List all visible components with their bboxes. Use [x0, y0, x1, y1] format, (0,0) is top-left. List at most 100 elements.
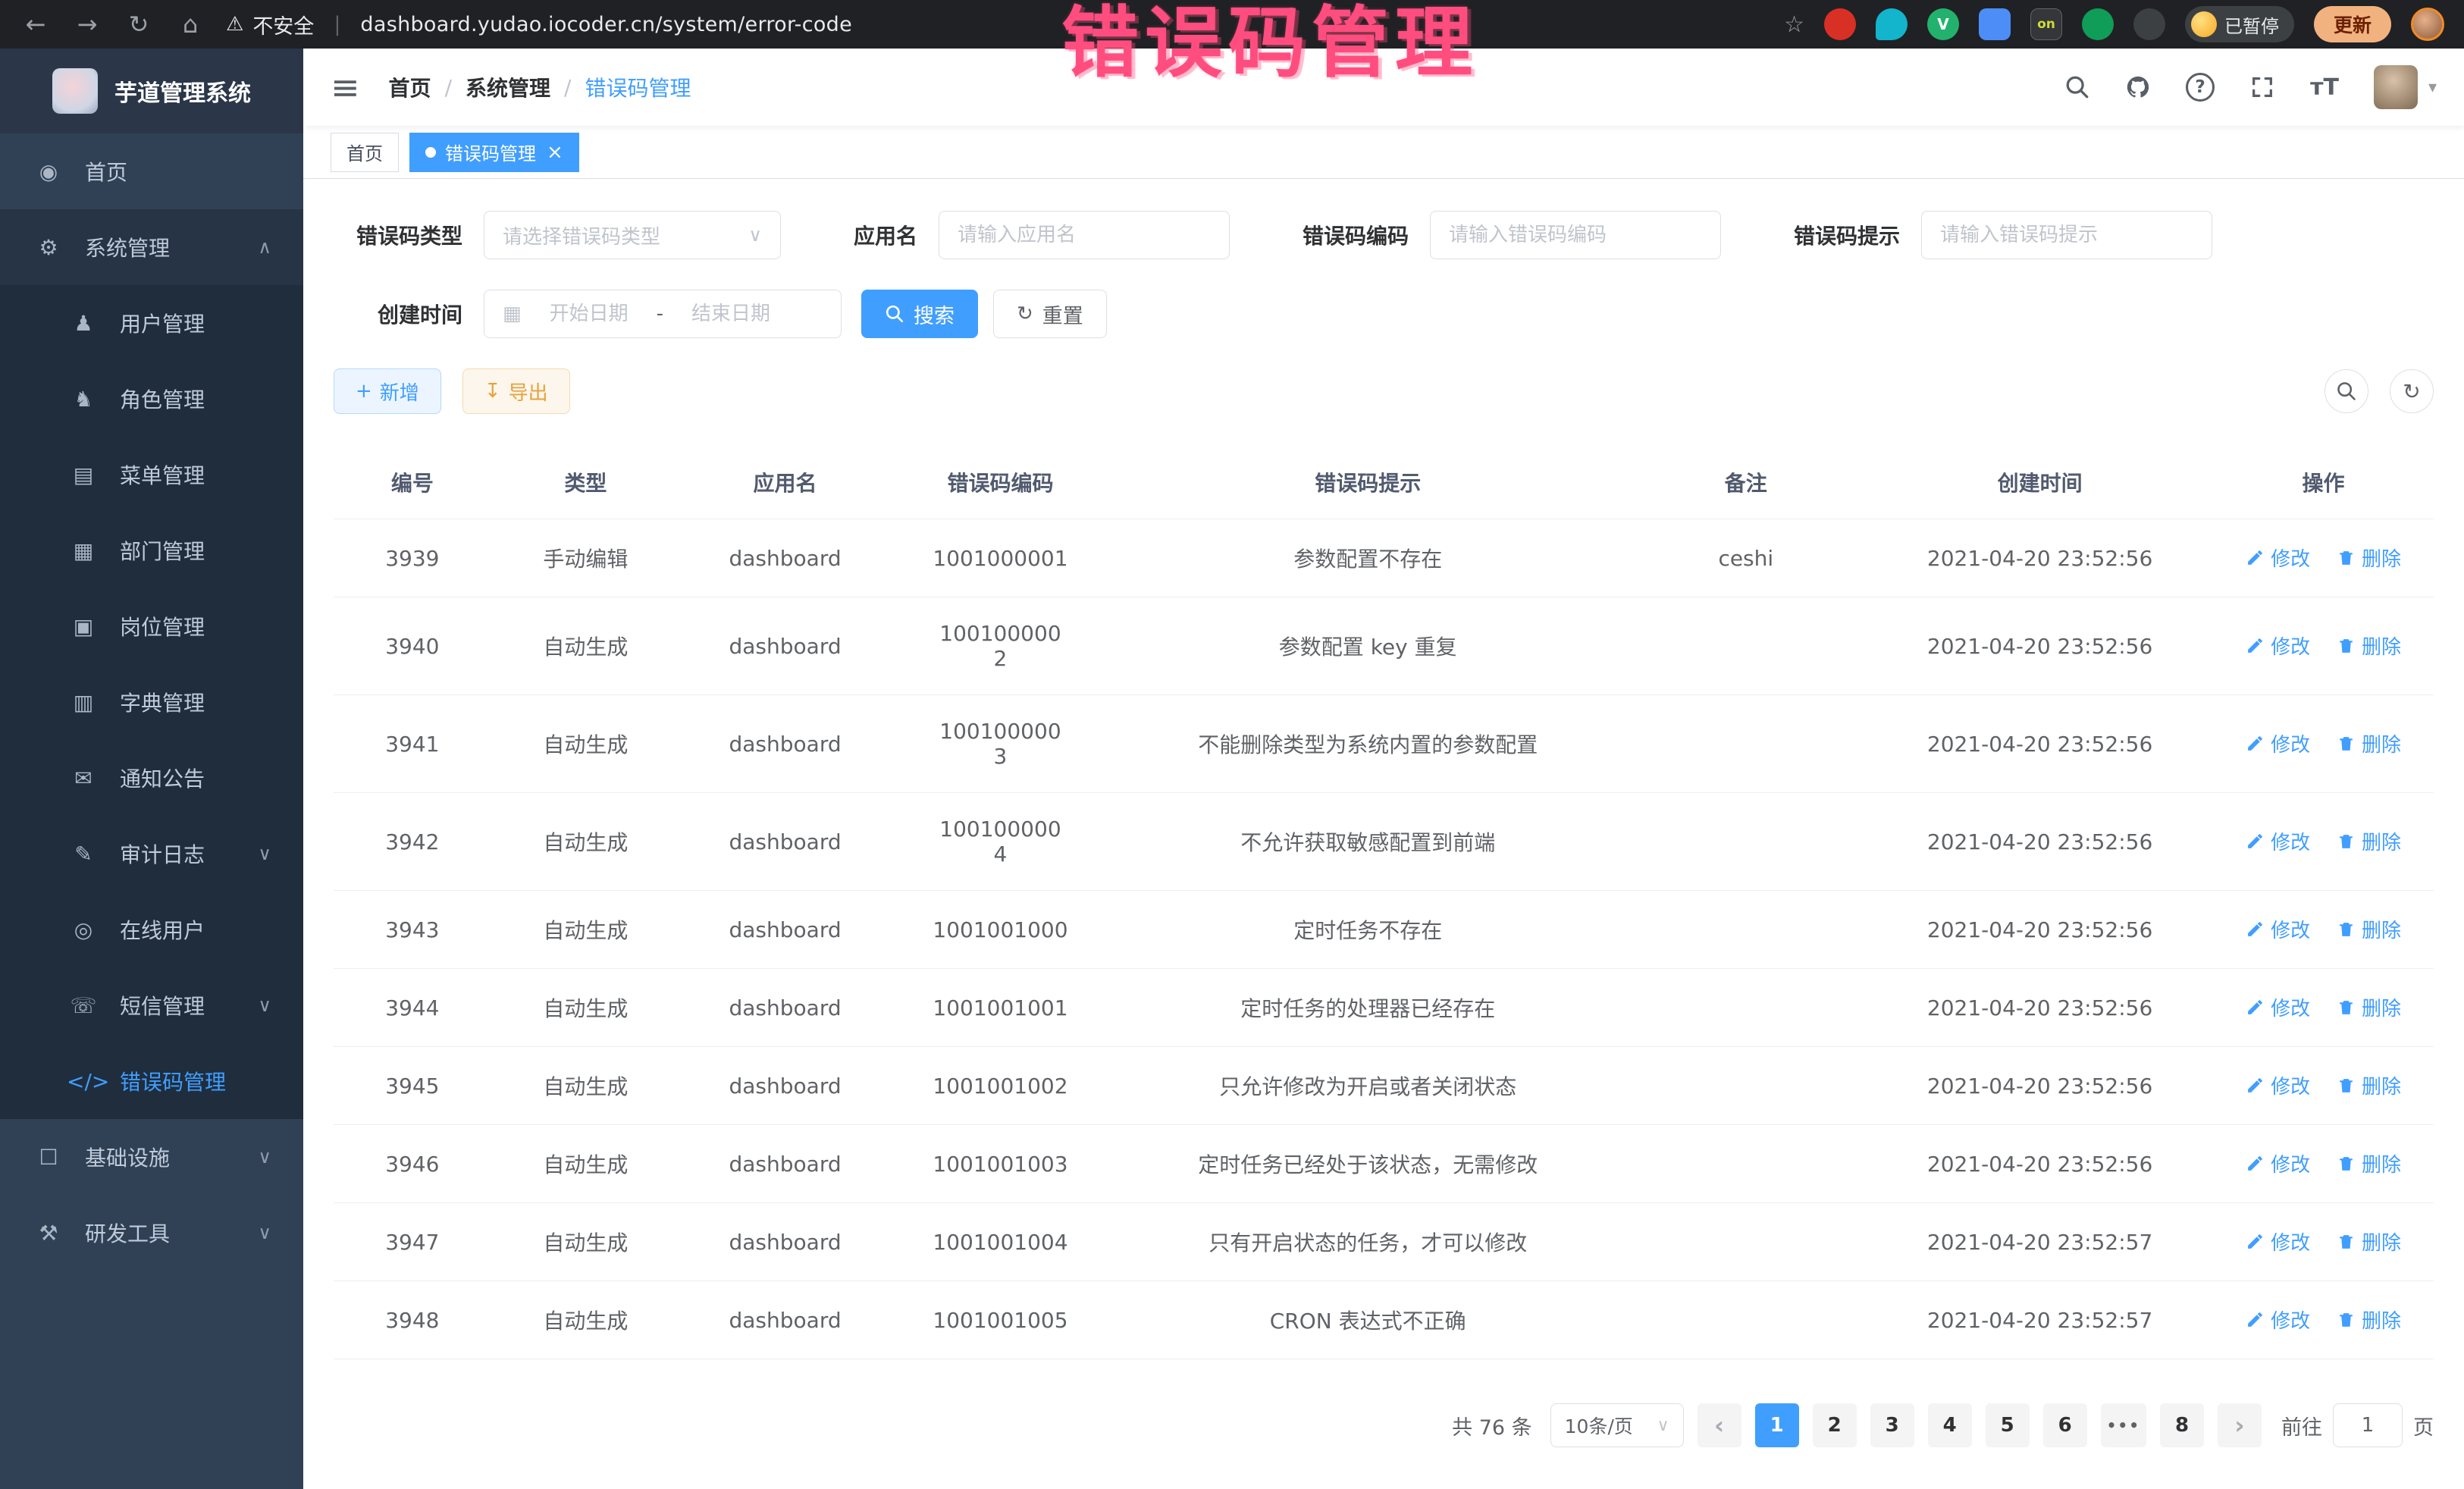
- edit-link[interactable]: 修改: [2246, 993, 2310, 1021]
- delete-link[interactable]: 删除: [2337, 827, 2401, 855]
- delete-link[interactable]: 删除: [2337, 993, 2401, 1021]
- page-button-3[interactable]: 3: [1870, 1403, 1914, 1447]
- github-icon[interactable]: [2125, 74, 2151, 100]
- edit-link[interactable]: 修改: [2246, 729, 2310, 757]
- sidebar-item-system[interactable]: ⚙ 系统管理 ∧: [0, 209, 303, 285]
- bookmark-star-icon[interactable]: ☆: [1784, 11, 1804, 38]
- page-button-6[interactable]: 6: [2043, 1403, 2087, 1447]
- edit-link[interactable]: 修改: [2246, 915, 2310, 943]
- extension-icon-3[interactable]: V: [1927, 8, 1959, 40]
- next-page-button[interactable]: ›: [2218, 1403, 2262, 1447]
- edit-link[interactable]: 修改: [2246, 827, 2310, 855]
- cell-time: 2021-04-20 23:52:56: [1867, 1125, 2213, 1203]
- cell-hint: 只有开启状态的任务，才可以修改: [1111, 1203, 1625, 1281]
- goto-input[interactable]: [2333, 1403, 2403, 1447]
- start-date-input[interactable]: [532, 303, 646, 325]
- prev-page-button[interactable]: ‹: [1698, 1403, 1741, 1447]
- page-button-2[interactable]: 2: [1813, 1403, 1857, 1447]
- font-size-icon[interactable]: тT: [2310, 74, 2339, 101]
- fullscreen-icon[interactable]: [2249, 74, 2275, 100]
- sidebar-item[interactable]: ▣ 岗位管理: [0, 588, 303, 664]
- cell-app: dashboard: [680, 597, 890, 695]
- user-menu[interactable]: ▾: [2374, 65, 2437, 109]
- page-button-4[interactable]: 4: [1928, 1403, 1972, 1447]
- delete-link[interactable]: 删除: [2337, 915, 2401, 943]
- sidebar-item[interactable]: ☏ 短信管理 ∨: [0, 967, 303, 1043]
- edit-link[interactable]: 修改: [2246, 1149, 2310, 1177]
- delete-link[interactable]: 删除: [2337, 1227, 2401, 1255]
- browser-forward-icon[interactable]: →: [71, 10, 103, 39]
- cell-time: 2021-04-20 23:52:56: [1867, 793, 2213, 891]
- delete-link[interactable]: 删除: [2337, 632, 2401, 660]
- column-header-id: 编号: [334, 446, 491, 519]
- code-input[interactable]: [1449, 224, 1702, 246]
- search-icon[interactable]: [2064, 74, 2090, 100]
- extension-icon-2[interactable]: [1876, 8, 1908, 40]
- sidebar-item[interactable]: ▦ 部门管理: [0, 513, 303, 588]
- extension-icon-6[interactable]: [2082, 8, 2114, 40]
- page-button-1[interactable]: 1: [1755, 1403, 1799, 1447]
- browser-update-button[interactable]: 更新: [2314, 6, 2391, 42]
- page-button-5[interactable]: 5: [1986, 1403, 2030, 1447]
- app-logo[interactable]: 芋道管理系统: [0, 49, 303, 133]
- security-indicator[interactable]: ⚠ 不安全: [226, 10, 314, 39]
- address-url[interactable]: dashboard.yudao.iocoder.cn/system/error-…: [360, 13, 852, 36]
- hint-input[interactable]: [1940, 224, 2193, 246]
- export-button[interactable]: ↧ 导出: [462, 368, 570, 414]
- toggle-search-button[interactable]: [2324, 369, 2368, 413]
- sidebar-item[interactable]: </> 错误码管理: [0, 1043, 303, 1119]
- sidebar-item[interactable]: ✎ 审计日志 ∨: [0, 816, 303, 892]
- delete-link[interactable]: 删除: [2337, 1071, 2401, 1099]
- browser-back-icon[interactable]: ←: [20, 10, 52, 39]
- sidebar-item[interactable]: ▥ 字典管理: [0, 664, 303, 740]
- sidebar-item[interactable]: ♞ 角色管理: [0, 361, 303, 437]
- page-button-8[interactable]: 8: [2160, 1403, 2204, 1447]
- browser-home-icon[interactable]: ⌂: [174, 10, 206, 39]
- edit-link[interactable]: 修改: [2246, 544, 2310, 572]
- filter-label: 应用名: [854, 220, 917, 250]
- extension-icon-1[interactable]: [1824, 8, 1856, 40]
- tab-error-code[interactable]: 错误码管理 ×: [409, 133, 579, 172]
- type-select[interactable]: 请选择错误码类型 ∨: [484, 211, 781, 259]
- add-button[interactable]: + 新增: [334, 368, 441, 414]
- end-date-input[interactable]: [674, 303, 788, 325]
- sidebar-item[interactable]: ♟ 用户管理: [0, 285, 303, 361]
- reset-button[interactable]: ↻ 重置: [993, 290, 1107, 338]
- refresh-table-button[interactable]: ↻: [2390, 369, 2434, 413]
- delete-link[interactable]: 删除: [2337, 1149, 2401, 1177]
- delete-link[interactable]: 删除: [2337, 544, 2401, 572]
- edit-link[interactable]: 修改: [2246, 632, 2310, 660]
- edit-link[interactable]: 修改: [2246, 1071, 2310, 1099]
- close-icon[interactable]: ×: [547, 143, 563, 162]
- help-icon[interactable]: ?: [2186, 73, 2215, 102]
- cell-id: 3944: [334, 969, 491, 1047]
- cell-remark: [1625, 695, 1867, 793]
- tab-home[interactable]: 首页: [331, 133, 399, 172]
- table-row: 3941 自动生成 dashboard 100100000 3 不能删除类型为系…: [334, 695, 2434, 793]
- browser-profile-avatar[interactable]: [2411, 8, 2444, 41]
- sidebar-item-home[interactable]: ◉ 首页: [0, 133, 303, 209]
- sidebar-item[interactable]: ☐ 基础设施 ∨: [0, 1119, 303, 1195]
- edit-link[interactable]: 修改: [2246, 1306, 2310, 1334]
- cell-type: 自动生成: [491, 1203, 680, 1281]
- sidebar-item[interactable]: ✉ 通知公告: [0, 740, 303, 816]
- extension-icon-4[interactable]: [1979, 8, 2011, 40]
- extension-icon-5[interactable]: on: [2030, 8, 2062, 40]
- more-pages-button[interactable]: •••: [2101, 1403, 2146, 1447]
- app-name-input[interactable]: [958, 224, 1211, 246]
- sidebar-item[interactable]: ⚒ 研发工具 ∨: [0, 1195, 303, 1271]
- breadcrumb-system[interactable]: 系统管理: [466, 72, 550, 102]
- paused-badge[interactable]: 已暂停: [2185, 6, 2294, 42]
- hamburger-icon[interactable]: ≡: [331, 70, 360, 105]
- search-button[interactable]: 搜索: [861, 290, 978, 338]
- browser-reload-icon[interactable]: ↻: [123, 10, 155, 39]
- breadcrumb-home[interactable]: 首页: [389, 72, 431, 102]
- date-range-picker[interactable]: ▦ -: [484, 290, 842, 338]
- extension-icon-7[interactable]: [2133, 8, 2165, 40]
- delete-link[interactable]: 删除: [2337, 729, 2401, 757]
- delete-link[interactable]: 删除: [2337, 1306, 2401, 1334]
- sidebar-item[interactable]: ◎ 在线用户: [0, 892, 303, 967]
- page-size-select[interactable]: 10条/页 ∨: [1550, 1403, 1684, 1447]
- edit-link[interactable]: 修改: [2246, 1227, 2310, 1255]
- sidebar-item[interactable]: ▤ 菜单管理: [0, 437, 303, 513]
